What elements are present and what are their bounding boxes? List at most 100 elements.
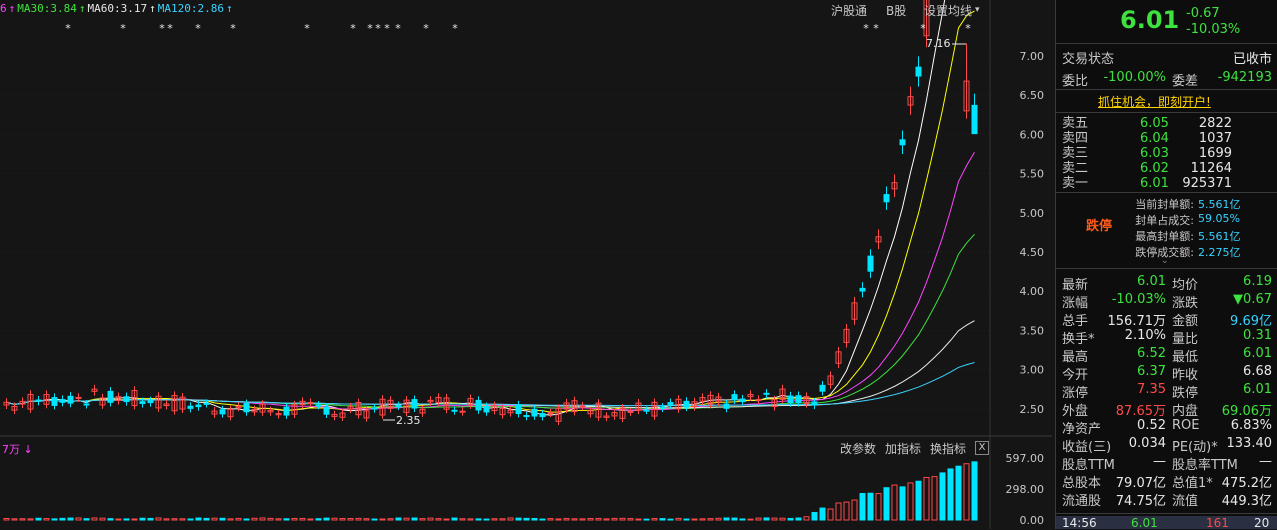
stat-row: 涨停 7.35 跌停 6.01	[1062, 382, 1272, 401]
candle-body	[123, 396, 130, 403]
volume-bar	[683, 518, 690, 521]
add-indicator-button[interactable]: 加指标	[885, 440, 921, 457]
volume-bar	[59, 517, 66, 521]
stat-label: 内盘	[1172, 404, 1199, 419]
candle-body	[67, 395, 74, 404]
ma-legend-item: MA30:3.84	[17, 2, 77, 15]
volume-bar	[803, 516, 810, 521]
limit-value: 5.561亿	[1198, 198, 1241, 211]
volume-bar	[491, 518, 498, 521]
volume-bar	[931, 476, 938, 521]
promo-link[interactable]: 抓住机会，即刻开户!	[1098, 93, 1211, 110]
volume-bar	[27, 518, 34, 521]
candle-body	[819, 384, 826, 392]
volume-bar	[771, 517, 778, 521]
volume-bar	[235, 517, 242, 521]
volume-bar	[875, 493, 882, 521]
last-price: 6.01	[1120, 6, 1180, 34]
orderbook-row: 卖三 6.03 1699	[1062, 146, 1272, 161]
high-annotation: 7.16	[926, 37, 951, 50]
volume-bar	[219, 517, 226, 521]
stat-value: 7.35	[1137, 382, 1166, 397]
volume-bar	[291, 517, 298, 521]
orderbook-volume: 1037	[1198, 131, 1232, 146]
collapse-chevron-icon[interactable]: ⌄	[1161, 256, 1169, 266]
close-icon[interactable]: X	[975, 441, 989, 455]
candle-body	[139, 401, 146, 405]
orderbook-price: 6.03	[1140, 146, 1169, 161]
volume-bar	[371, 518, 378, 521]
stat-label: 总手	[1062, 314, 1089, 329]
stat-row: 净资产 0.52 ROE 6.83%	[1062, 418, 1272, 437]
volume-tick-label: 298.00	[1006, 483, 1045, 496]
stat-label: 跌停	[1172, 386, 1199, 401]
stat-value: 475.2亿	[1221, 476, 1272, 491]
candlesticks	[3, 0, 978, 425]
ma-legend-item: MA120:2.86	[157, 2, 224, 15]
stat-label: 股息率TTM	[1172, 458, 1238, 473]
orderbook-price: 6.01	[1140, 176, 1169, 191]
candle-body	[723, 403, 730, 409]
ma20-line	[6, 151, 975, 411]
stat-value: 6.01	[1243, 382, 1272, 397]
switch-indicator-button[interactable]: 换指标	[930, 440, 966, 457]
hgt-button[interactable]: 沪股通	[831, 2, 867, 19]
volume-bar	[227, 518, 234, 521]
volume-bar	[427, 517, 434, 521]
volume-bar	[851, 499, 858, 521]
event-marker: *	[367, 22, 373, 35]
limit-value: 5.561亿	[1198, 230, 1241, 243]
volume-bar	[211, 517, 218, 521]
candle-body	[515, 404, 522, 415]
volume-bar	[555, 518, 562, 521]
stat-value: 74.75亿	[1115, 494, 1166, 509]
orderbook-row: 卖一 6.01 925371	[1062, 176, 1272, 191]
stat-value: 9.69亿	[1230, 314, 1272, 329]
volume-bar	[787, 517, 794, 521]
event-marker: *	[304, 22, 310, 35]
candle-body	[83, 403, 90, 406]
volume-bar	[355, 517, 362, 521]
volume-bar	[651, 518, 658, 521]
volume-bar	[867, 492, 874, 521]
volume-bar	[99, 517, 106, 521]
candle-body	[451, 409, 458, 412]
b-share-button[interactable]: B股	[886, 2, 906, 19]
volume-bar	[131, 518, 138, 521]
moving-average-legend: 6 ↑ MA30:3.84 ↑ MA60:3.17 ↑ MA120:2.86 ↑	[0, 2, 235, 18]
stat-value: 156.71万	[1107, 314, 1167, 329]
stat-label: 外盘	[1062, 404, 1089, 419]
change-params-button[interactable]: 改参数	[840, 440, 876, 457]
limit-value: 2.275亿	[1198, 246, 1241, 259]
volume-bar	[243, 518, 250, 521]
candle-body	[547, 412, 554, 415]
settings-ma-button[interactable]: 设置均线	[924, 2, 972, 19]
volume-bar	[115, 518, 122, 521]
stat-label: 总股本	[1062, 476, 1102, 491]
stat-label: 股息TTM	[1062, 458, 1115, 473]
ma30-line	[6, 233, 975, 410]
price-tick-label: 6.50	[1020, 89, 1045, 102]
volume-bar	[203, 517, 210, 521]
event-marker: *	[863, 22, 869, 35]
price-tick-label: 2.50	[1020, 403, 1045, 416]
trade-status: 交易状态 已收市	[1062, 52, 1272, 67]
candle-body	[971, 104, 978, 135]
volume-bar	[539, 518, 546, 521]
quote-panel: 6.01 -0.67 -10.03% 交易状态 已收市 委比 -100.00% …	[1055, 0, 1277, 530]
chevron-down-icon[interactable]: ▾	[975, 5, 980, 15]
stat-value: —	[1259, 454, 1272, 469]
volume-bar	[659, 518, 666, 521]
orderbook-row: 卖二 6.02 11264	[1062, 161, 1272, 176]
volume-bar	[67, 517, 74, 521]
stat-value: 6.37	[1137, 364, 1166, 379]
volume-bar	[251, 517, 258, 521]
volume-bar	[939, 472, 946, 521]
limit-row: 最高封单额: 5.561亿	[1126, 228, 1276, 244]
orderbook-volume: 925371	[1182, 176, 1232, 191]
stat-label: 今开	[1062, 368, 1089, 383]
volume-bar	[675, 517, 682, 521]
stat-label: 流值	[1172, 494, 1199, 509]
stat-label: 涨跌	[1172, 296, 1199, 311]
stat-value: ▼0.67	[1233, 292, 1272, 307]
